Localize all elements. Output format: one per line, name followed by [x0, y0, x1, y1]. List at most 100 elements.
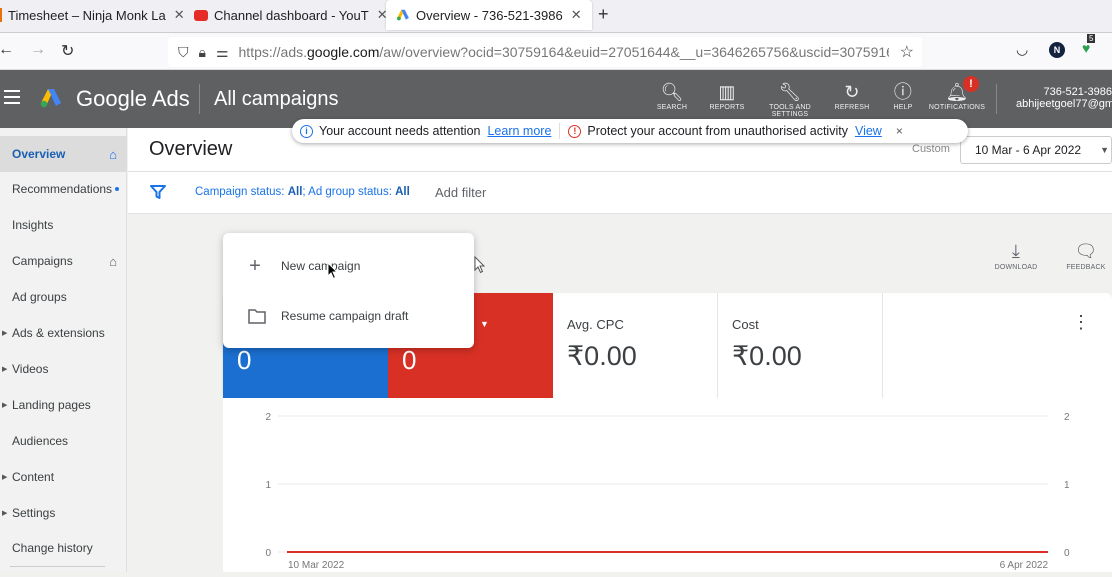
header-divider [199, 84, 200, 114]
more-options-icon[interactable]: ⋮ [1072, 313, 1090, 331]
sidebar-item-label: Recommendations [12, 182, 113, 196]
sidebar-item-settings[interactable]: ▶ Settings [0, 495, 127, 531]
menu-item-label: Resume campaign draft [281, 309, 409, 323]
menu-item-new-campaign[interactable]: + New campaign [223, 246, 474, 286]
new-tab-button[interactable]: + [598, 4, 609, 25]
search-label: SEARCH [656, 104, 688, 111]
wrench-icon: 🔧︎ [778, 82, 802, 102]
sidebar-item-label: Settings [12, 506, 56, 520]
warning-icon: ! [568, 124, 582, 138]
reports-button[interactable]: ▥ REPORTS [695, 80, 759, 111]
help-label: HELP [893, 104, 913, 111]
bookmark-star-icon[interactable]: ☆ [900, 42, 914, 62]
date-range-picker[interactable]: 10 Mar - 6 Apr 2022 ▼ [960, 136, 1112, 164]
add-filter-button[interactable]: Add filter [435, 185, 486, 200]
y-tick-label-left: 0 [265, 548, 271, 559]
tab-title: Overview - 736-521-3986 [416, 7, 563, 23]
scorecard-avg-cpc[interactable]: Avg. CPC ₹0.00 [553, 293, 718, 398]
ad-group-status-label: ; Ad group status: [302, 186, 396, 198]
sidebar-divider [10, 566, 105, 567]
browser-tab-bar: Timesheet – Ninja Monk La ✕ Channel dash… [0, 0, 1112, 32]
close-tab-icon[interactable]: ✕ [571, 7, 582, 23]
sidebar-item-ad-groups[interactable]: Ad groups [0, 279, 127, 315]
reports-icon: ▥ [718, 82, 736, 102]
view-link[interactable]: View [855, 124, 882, 138]
sidebar-item-campaigns[interactable]: Campaigns ⌂ [0, 243, 127, 279]
reload-icon[interactable]: ↻ [61, 41, 74, 61]
url-text[interactable]: https://ads.google.com/aw/overview?ocid=… [239, 44, 889, 60]
performance-chart: 0 1 2 0 1 2 10 Mar 2022 6 Apr 2022 [223, 398, 1112, 572]
lock-icon[interactable]: 🔒︎ [199, 44, 206, 61]
page-title: Overview [149, 138, 233, 160]
sidebar-item-label: Ads & extensions [12, 326, 105, 340]
brand-name[interactable]: Google Ads [76, 86, 190, 112]
pocket-icon[interactable]: ◡ [1016, 41, 1028, 58]
mouse-cursor-icon [327, 262, 339, 280]
sidebar-item-overview[interactable]: Overview ⌂ [0, 136, 127, 172]
sidebar-item-landing-pages[interactable]: ▶ Landing pages [0, 387, 127, 423]
ghost-cursor-icon [474, 256, 486, 274]
tab-overview[interactable]: Overview - 736-521-3986 ✕ [386, 0, 592, 30]
close-icon[interactable]: × [896, 124, 903, 138]
extension-badge: 5 [1087, 34, 1096, 43]
menu-item-resume-draft[interactable]: Resume campaign draft [223, 296, 474, 336]
campaign-status-value: All [287, 186, 303, 198]
account-email: abhijeetgoel77@gmail.com [1016, 98, 1112, 110]
google-ads-logo[interactable] [38, 86, 64, 110]
account-notice-banner: i Your account needs attention Learn mor… [292, 119, 968, 143]
sidebar-item-label: Ad groups [12, 290, 67, 304]
expand-arrow-icon: ▶ [2, 474, 8, 481]
forward-icon[interactable]: → [30, 41, 46, 59]
sidebar-item-insights[interactable]: Insights [0, 207, 127, 243]
header-title[interactable]: All campaigns [214, 88, 339, 111]
scorecard-value: 0 [402, 345, 417, 375]
tools-label: TOOLS AND SETTINGS [769, 104, 811, 118]
sidebar-item-label: Overview [12, 147, 66, 161]
tab-youtube[interactable]: Channel dashboard - YouT ✕ [194, 0, 388, 30]
learn-more-link[interactable]: Learn more [487, 124, 551, 138]
expand-arrow-icon: ▶ [2, 510, 8, 517]
scorecard-value: ₹0.00 [732, 341, 802, 371]
campaign-status-label: Campaign status: [195, 186, 288, 198]
shield-icon[interactable]: ⛉ [178, 44, 189, 61]
sidebar-item-recommendations[interactable]: Recommendations [0, 171, 127, 207]
sidebar-item-audiences[interactable]: Audiences [0, 423, 127, 459]
sidebar-item-label: Landing pages [12, 398, 91, 412]
notice-divider [559, 123, 561, 139]
scorecard-label: Cost [732, 317, 759, 332]
x-tick-label: 6 Apr 2022 [1000, 560, 1049, 571]
date-range-value: 10 Mar - 6 Apr 2022 [975, 143, 1082, 157]
chevron-down-icon: ▼ [1100, 145, 1109, 155]
sidebar-item-content[interactable]: ▶ Content [0, 459, 127, 495]
notifications-button[interactable]: 🔔︎! NOTIFICATIONS [925, 76, 989, 111]
back-icon[interactable]: ← [0, 41, 14, 59]
extension-avatar[interactable]: N [1049, 42, 1065, 58]
y-tick-label-right: 2 [1064, 412, 1070, 423]
download-button[interactable]: ⤓ DOWNLOAD [986, 238, 1046, 271]
tab-title: Timesheet – Ninja Monk La [8, 7, 166, 23]
tools-button[interactable]: 🔧︎ TOOLS AND SETTINGS [758, 80, 822, 118]
expand-arrow-icon: ▶ [2, 366, 8, 373]
filter-icon[interactable] [150, 184, 166, 200]
menu-icon[interactable] [4, 90, 20, 108]
sidebar-item-change-history[interactable]: Change history [0, 530, 127, 566]
sidebar-item-label: Audiences [12, 434, 69, 448]
scorecard-cost[interactable]: Cost ₹0.00 [718, 293, 883, 398]
menu-item-label: New campaign [281, 259, 361, 273]
x-tick-label: 10 Mar 2022 [288, 560, 345, 571]
address-bar[interactable]: ⛉ 🔒︎ ⚌ https://ads.google.com/aw/overvie… [168, 37, 922, 67]
home-icon: ⌂ [109, 146, 117, 162]
account-id: 736-521-3986 [1043, 86, 1112, 98]
sidebar-item-videos[interactable]: ▶ Videos [0, 351, 127, 387]
active-filters[interactable]: Campaign status: All; Ad group status: A… [195, 186, 410, 198]
close-tab-icon[interactable]: ✕ [174, 7, 185, 23]
permissions-icon[interactable]: ⚌ [216, 44, 229, 61]
shield-extension-icon[interactable]: ♥ 5 [1082, 34, 1096, 56]
sidebar-item-ads-extensions[interactable]: ▶ Ads & extensions [0, 315, 127, 351]
tab-timesheet[interactable]: Timesheet – Ninja Monk La ✕ [0, 0, 185, 30]
notice-message: Your account needs attention [319, 124, 481, 138]
ad-group-status-value: All [395, 186, 410, 198]
chevron-down-icon[interactable]: ▼ [480, 319, 489, 329]
feedback-button[interactable]: 🗨︎ FEEDBACK [1056, 238, 1112, 271]
account-switcher[interactable]: 736-521-3986 abhijeetgoel77@gmail.com [1008, 86, 1112, 110]
